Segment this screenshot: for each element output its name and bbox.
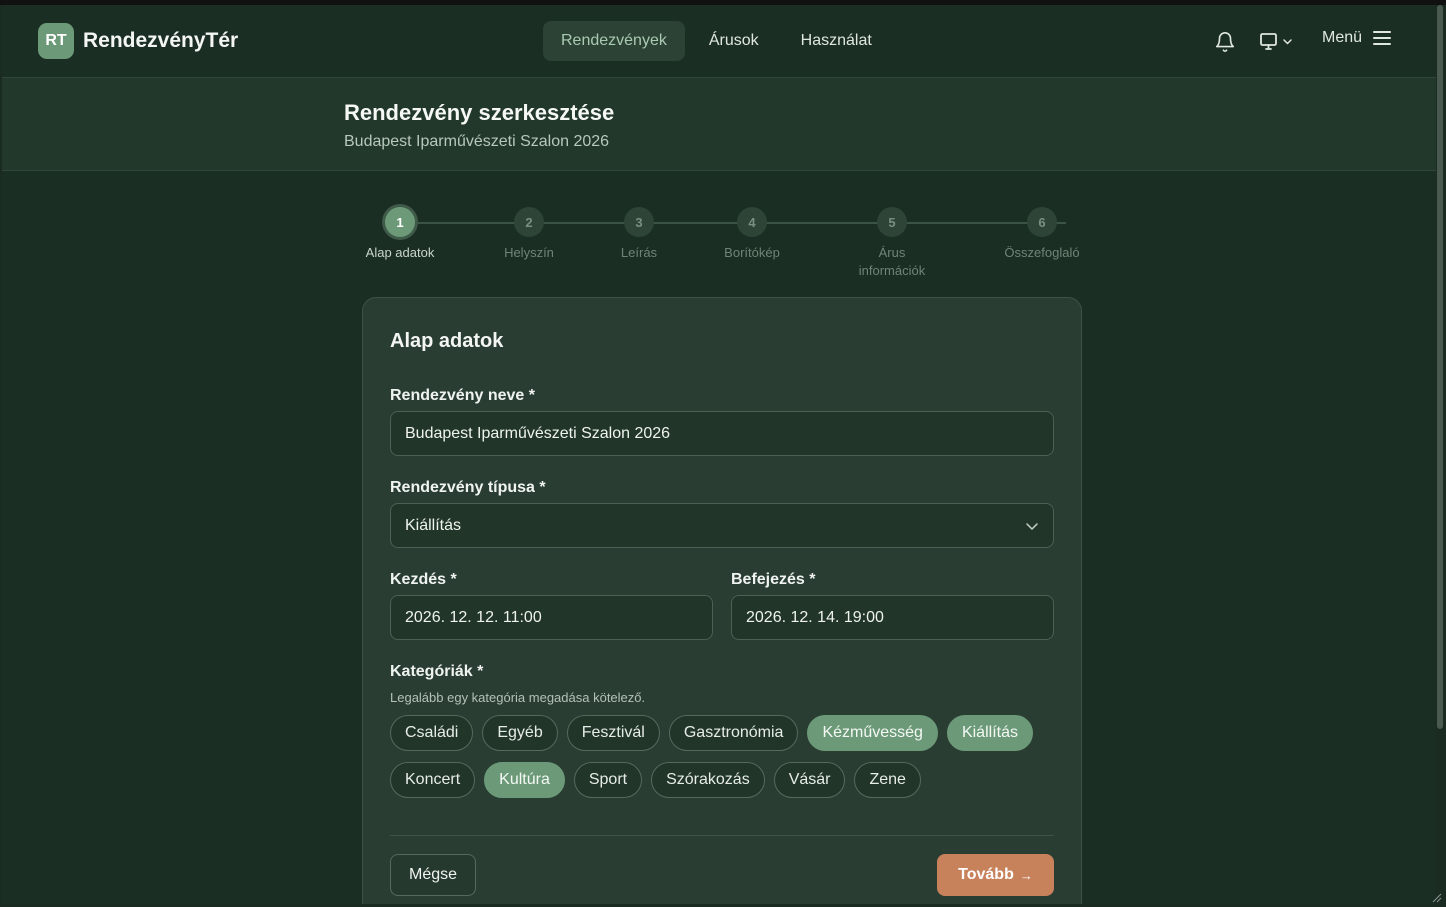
nav-item-arusok[interactable]: Árusok (691, 21, 777, 61)
step-number: 6 (1027, 207, 1057, 237)
next-label: Tovább (958, 866, 1014, 883)
monitor-icon (1260, 33, 1277, 50)
start-datetime-input[interactable]: 2026. 12. 12. 11:00 (390, 595, 713, 640)
app-window: RT RendezvényTér Rendezvények Árusok Has… (2, 5, 1436, 904)
category-chip-csaladi[interactable]: Családi (390, 715, 474, 751)
main-nav: Rendezvények Árusok Használat (543, 21, 890, 61)
event-type-label: Rendezvény típusa * (390, 479, 546, 496)
menu-label: Menü (1322, 29, 1363, 46)
step-label: Helyszín (504, 245, 554, 260)
step-label: Borítókép (724, 245, 780, 260)
categories-label: Kategóriák * (390, 663, 484, 680)
nav-item-rendezvenyek[interactable]: Rendezvények (543, 21, 685, 61)
step-6[interactable]: 6 Összefoglaló (982, 205, 1102, 262)
page-subtitle: Budapest Iparművészeti Szalon 2026 (344, 133, 610, 150)
wizard-stepper: 1 Alap adatok 2 Helyszín 3 Leírás 4 Borí… (362, 205, 1082, 295)
event-name-label: Rendezvény neve * (390, 387, 535, 404)
cancel-button[interactable]: Mégse (390, 854, 477, 896)
chip-row: Koncert Kultúra Sport Szórakozás Vásár Z… (390, 762, 1060, 798)
nav-item-hasznalat[interactable]: Használat (783, 21, 890, 61)
step-5[interactable]: 5 Árus információk (847, 205, 937, 280)
chip-row: Családi Egyéb Fesztivál Gasztronómia Kéz… (390, 715, 1060, 751)
resize-grip-icon[interactable] (1430, 891, 1442, 903)
start-value: 2026. 12. 12. 11:00 (405, 608, 542, 626)
step-number: 1 (385, 207, 415, 237)
step-label: Árus információk (858, 245, 926, 278)
category-chip-szorakozas[interactable]: Szórakozás (651, 762, 765, 798)
step-number: 4 (737, 207, 767, 237)
page-title: Rendezvény szerkesztése (344, 100, 615, 125)
bell-icon[interactable] (1214, 31, 1236, 53)
cancel-label: Mégse (409, 866, 458, 883)
hamburger-icon (1373, 31, 1392, 45)
top-header: RT RendezvényTér Rendezvények Árusok Has… (2, 5, 1436, 78)
start-label: Kezdés * (390, 571, 457, 588)
end-label: Befejezés * (731, 571, 816, 588)
display-mode-switcher[interactable] (1258, 31, 1296, 53)
category-chip-koncert[interactable]: Koncert (390, 762, 476, 798)
category-chip-kezmuvesseg[interactable]: Kézművesség (807, 715, 938, 751)
end-value: 2026. 12. 14. 19:00 (746, 608, 884, 626)
step-1[interactable]: 1 Alap adatok (340, 205, 460, 262)
step-label: Összefoglaló (1004, 245, 1080, 260)
scrollbar[interactable] (1437, 5, 1443, 729)
event-name-value: Budapest Iparművészeti Szalon 2026 (405, 424, 671, 442)
step-number: 2 (514, 207, 544, 237)
divider (390, 835, 1054, 836)
event-name-input[interactable]: Budapest Iparművészeti Szalon 2026 (390, 411, 1054, 456)
category-chip-gasztronomia[interactable]: Gasztronómia (668, 715, 799, 751)
step-label: Leírás (620, 245, 658, 260)
chevron-down-icon (1283, 39, 1292, 45)
page-heading: Rendezvény szerkesztése Budapest Iparműv… (2, 78, 1436, 171)
logo-badge[interactable]: RT (38, 23, 74, 59)
step-4[interactable]: 4 Borítókép (692, 205, 812, 262)
category-chip-sport[interactable]: Sport (573, 762, 643, 798)
category-chips: Családi Egyéb Fesztivál Gasztronómia Kéz… (390, 715, 1060, 809)
arrow-right-icon: → (1019, 867, 1033, 883)
app-name[interactable]: RendezvényTér (83, 29, 238, 53)
section-title: Alap adatok (390, 330, 504, 352)
category-chip-kiallitas[interactable]: Kiállítás (946, 715, 1033, 751)
basic-data-card: Alap adatok Rendezvény neve * Budapest I… (362, 297, 1082, 904)
event-type-select[interactable]: Kiállítás (390, 503, 1054, 548)
next-button[interactable]: Tovább → (937, 854, 1054, 896)
chevron-down-icon (1026, 523, 1038, 530)
category-chip-vasar[interactable]: Vásár (773, 762, 846, 798)
categories-hint: Legalább egy kategória megadása kötelező… (390, 690, 646, 705)
step-3[interactable]: 3 Leírás (579, 205, 699, 262)
category-chip-fesztival[interactable]: Fesztivál (566, 715, 660, 751)
step-number: 3 (624, 207, 654, 237)
menu-button[interactable]: Menü (1322, 29, 1392, 47)
step-number: 5 (877, 207, 907, 237)
step-2[interactable]: 2 Helyszín (469, 205, 589, 262)
category-chip-kultura[interactable]: Kultúra (484, 762, 565, 798)
step-label: Alap adatok (365, 245, 435, 260)
category-chip-zene[interactable]: Zene (854, 762, 921, 798)
end-datetime-input[interactable]: 2026. 12. 14. 19:00 (731, 595, 1054, 640)
event-type-value: Kiállítás (405, 516, 462, 534)
category-chip-egyeb[interactable]: Egyéb (482, 715, 558, 751)
